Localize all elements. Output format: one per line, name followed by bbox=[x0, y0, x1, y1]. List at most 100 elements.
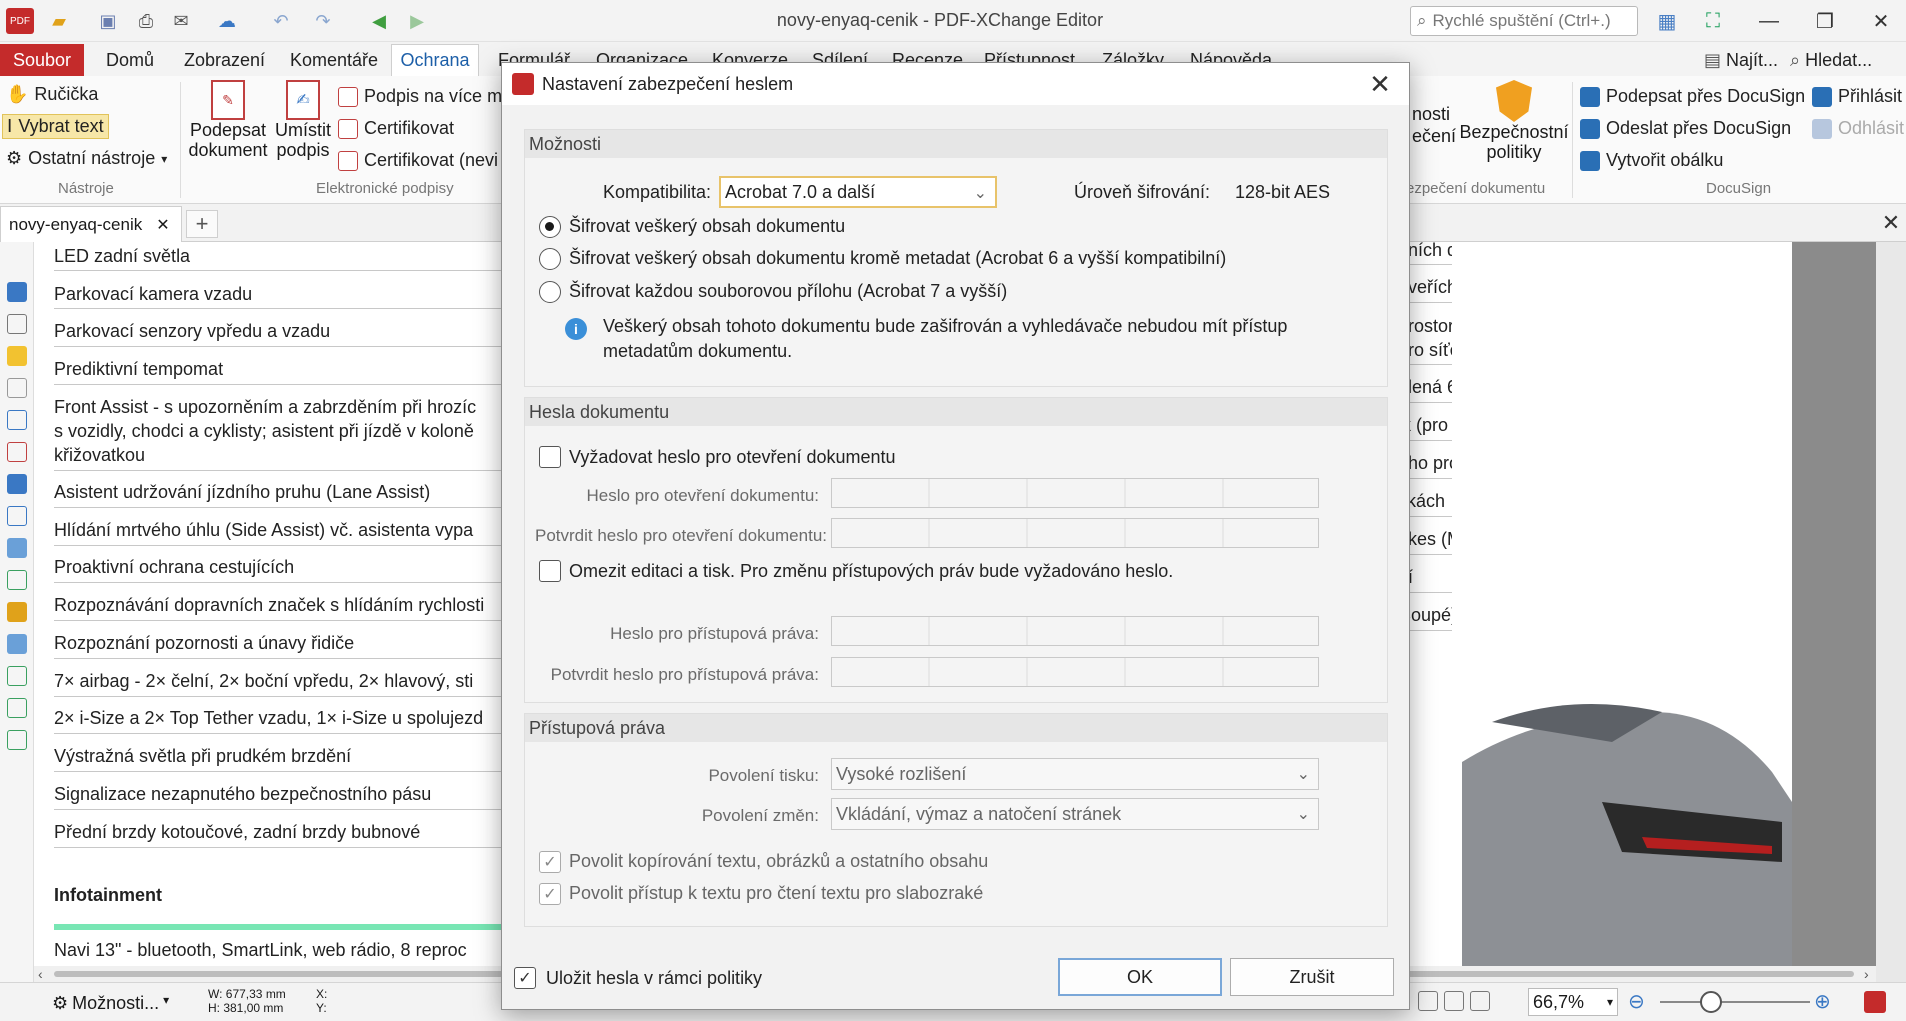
quick-launch-input[interactable]: ⌕ Rychlé spuštění (Ctrl+.) bbox=[1410, 6, 1638, 36]
content-icon[interactable] bbox=[7, 474, 27, 494]
tags-icon[interactable] bbox=[7, 634, 27, 654]
pages-icon[interactable] bbox=[7, 314, 27, 334]
links-icon[interactable] bbox=[7, 602, 27, 622]
zoom-out-icon[interactable]: ⊖ bbox=[1628, 989, 1645, 1014]
minimize-button[interactable]: — bbox=[1746, 4, 1792, 38]
radio-encrypt-except-metadata-label[interactable]: Šifrovat veškerý obsah dokumentu kromě m… bbox=[569, 248, 1226, 269]
find-button[interactable]: ▤ Najít... bbox=[1704, 50, 1778, 71]
measure-icon[interactable] bbox=[7, 730, 27, 750]
allow-accessibility-checkbox[interactable]: ✓ bbox=[539, 883, 561, 905]
options-button[interactable]: ⚙ Možnosti... ▾ bbox=[52, 993, 169, 1014]
open-password-input[interactable] bbox=[831, 478, 1319, 508]
tab-document[interactable]: novy-enyaq-cenik ✕ bbox=[0, 206, 182, 242]
zoom-slider-thumb[interactable] bbox=[1700, 991, 1722, 1013]
print-permission-select[interactable]: Vysoké rozlišení ⌄ bbox=[831, 758, 1319, 790]
security-properties-button[interactable]: nosti ečení bbox=[1412, 102, 1456, 146]
save-icon[interactable]: ▣ bbox=[96, 8, 120, 34]
single-page-icon[interactable] bbox=[1418, 991, 1438, 1011]
hand-tool-button[interactable]: ✋ Ručička bbox=[6, 84, 98, 105]
view-mode-group[interactable] bbox=[1418, 991, 1538, 1015]
signatures-icon[interactable] bbox=[7, 442, 27, 462]
close-tab-icon[interactable]: ✕ bbox=[156, 215, 169, 235]
restrict-editing-label[interactable]: Omezit editaci a tisk. Pro změnu přístup… bbox=[569, 561, 1173, 582]
confirm-open-password-input[interactable] bbox=[831, 518, 1319, 548]
save-in-policy-checkbox[interactable]: ✓ bbox=[514, 967, 536, 989]
undo-icon[interactable]: ↶ bbox=[266, 8, 296, 34]
zoom-slider[interactable] bbox=[1660, 1001, 1810, 1003]
require-open-password-label[interactable]: Vyžadovat heslo pro otevření dokumentu bbox=[569, 447, 896, 468]
sign-document-button[interactable]: ✎ Podepsat dokument bbox=[188, 80, 268, 160]
docusign-sign-button[interactable]: Podepsat přes DocuSign bbox=[1580, 86, 1805, 107]
history-icon[interactable] bbox=[7, 698, 27, 718]
place-signature-button[interactable]: ✍ Umístit podpis bbox=[272, 80, 334, 160]
fullscreen-icon[interactable]: ⛶ bbox=[1690, 4, 1736, 38]
certify-button[interactable]: Certifikovat bbox=[338, 118, 454, 139]
permissions-password-input[interactable] bbox=[831, 616, 1319, 646]
double-page-icon[interactable] bbox=[1444, 991, 1464, 1011]
menu-view[interactable]: Zobrazení bbox=[184, 50, 265, 71]
restrict-editing-checkbox[interactable] bbox=[539, 560, 561, 582]
confirm-permissions-password-input[interactable] bbox=[831, 657, 1319, 687]
scroll-left-icon[interactable]: ‹ bbox=[38, 966, 43, 982]
zoom-select[interactable]: 66,7% ▾ bbox=[1528, 988, 1618, 1016]
structure-icon[interactable] bbox=[7, 570, 27, 590]
print-icon[interactable]: ⎙ bbox=[132, 8, 160, 34]
select-text-button[interactable]: Ⅰ Vybrat text bbox=[2, 114, 109, 139]
dialog-close-button[interactable]: ✕ bbox=[1365, 69, 1395, 99]
change-permission-select[interactable]: Vkládání, výmaz a natočení stránek ⌄ bbox=[831, 798, 1319, 830]
cancel-button[interactable]: Zrušit bbox=[1230, 958, 1394, 996]
layout-icon[interactable]: ▦ bbox=[1644, 4, 1690, 38]
docusign-login-button[interactable]: Přihlásit bbox=[1812, 86, 1902, 107]
require-open-password-checkbox[interactable] bbox=[539, 446, 561, 468]
security-policies-button[interactable]: Bezpečnostní politiky bbox=[1458, 80, 1570, 162]
search-button[interactable]: ⌕ Hledat... bbox=[1790, 50, 1872, 71]
restore-button[interactable]: ❐ bbox=[1802, 4, 1848, 38]
radio-encrypt-except-metadata[interactable] bbox=[539, 248, 561, 270]
scroll-right-icon[interactable]: › bbox=[1864, 966, 1869, 982]
new-tab-button[interactable]: + bbox=[186, 210, 218, 238]
ok-button[interactable]: OK bbox=[1058, 958, 1222, 996]
menu-file[interactable]: Soubor bbox=[0, 44, 84, 76]
sign-doc-icon: ✎ bbox=[211, 80, 245, 120]
docusign-logout-button[interactable]: Odhlásit bbox=[1812, 118, 1904, 139]
layers-icon[interactable] bbox=[7, 410, 27, 430]
redo-icon[interactable]: ↷ bbox=[308, 8, 338, 34]
allow-accessibility-label[interactable]: Povolit přístup k textu pro čtení textu … bbox=[569, 883, 983, 904]
allow-copy-checkbox[interactable]: ✓ bbox=[539, 851, 561, 873]
comments-icon[interactable] bbox=[7, 346, 27, 366]
hand-icon: ✋ bbox=[6, 84, 29, 104]
docusign-send-button[interactable]: Odeslat přes DocuSign bbox=[1580, 118, 1791, 139]
fields-icon[interactable] bbox=[7, 506, 27, 526]
compat-select[interactable]: Acrobat 7.0 a další ⌄ bbox=[719, 176, 997, 208]
certify-invisible-button[interactable]: Certifikovat (nevi bbox=[338, 150, 498, 171]
continuous-icon[interactable] bbox=[1470, 991, 1490, 1011]
docusign-login-label: Přihlásit bbox=[1838, 86, 1903, 106]
list-item: Parkovací senzory vpředu a vzadu bbox=[54, 321, 331, 341]
radio-encrypt-attachments-label[interactable]: Šifrovat každou souborovou přílohu (Acro… bbox=[569, 281, 1007, 302]
email-icon[interactable]: ✉ bbox=[166, 8, 196, 34]
attachments-icon[interactable] bbox=[7, 378, 27, 398]
cloud-icon[interactable]: ☁ bbox=[212, 8, 242, 34]
close-window-button[interactable]: ✕ bbox=[1858, 4, 1904, 38]
close-all-icon[interactable]: ✕ bbox=[1876, 208, 1906, 238]
open-folder-icon[interactable]: ▰ bbox=[44, 8, 74, 34]
radio-encrypt-all-label[interactable]: Šifrovat veškerý obsah dokumentu bbox=[569, 216, 845, 237]
zoom-in-icon[interactable]: ⊕ bbox=[1814, 989, 1831, 1014]
order-icon[interactable] bbox=[7, 666, 27, 686]
save-in-policy-label[interactable]: Uložit hesla v rámci politiky bbox=[546, 968, 762, 989]
other-tools-button[interactable]: ⚙ Ostatní nástroje ▾ bbox=[6, 148, 167, 169]
destinations-icon[interactable] bbox=[7, 538, 27, 558]
list-item: Rozpoznávání dopravních značek s hlídání… bbox=[54, 595, 485, 615]
menu-protection[interactable]: Ochrana bbox=[391, 44, 479, 76]
bookmarks-icon[interactable] bbox=[7, 282, 27, 302]
logout-icon bbox=[1812, 118, 1832, 139]
multi-sign-button[interactable]: Podpis na více m bbox=[338, 86, 502, 107]
radio-encrypt-all[interactable] bbox=[539, 216, 561, 238]
docusign-envelope-button[interactable]: Vytvořit obálku bbox=[1580, 150, 1723, 171]
radio-encrypt-attachments[interactable] bbox=[539, 281, 561, 303]
allow-copy-label[interactable]: Povolit kopírování textu, obrázků a osta… bbox=[569, 851, 988, 872]
menu-comments[interactable]: Komentáře bbox=[290, 50, 378, 71]
forward-icon[interactable]: ▶ bbox=[404, 8, 430, 34]
back-icon[interactable]: ◀ bbox=[366, 8, 392, 34]
menu-home[interactable]: Domů bbox=[106, 50, 154, 71]
